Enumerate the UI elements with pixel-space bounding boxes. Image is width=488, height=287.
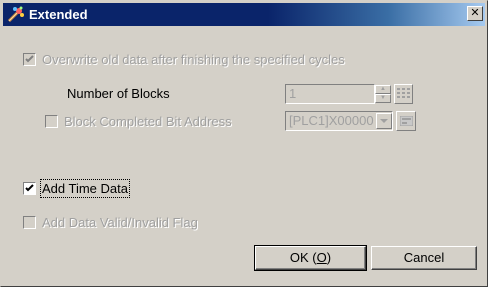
keypad-button[interactable] (394, 84, 413, 104)
block-completed-checkbox[interactable] (45, 115, 58, 129)
overwrite-checkbox[interactable] (23, 53, 36, 67)
extended-settings-icon (7, 6, 24, 23)
address-input-icon (400, 116, 413, 126)
add-valid-flag-label: Add Data Valid/Invalid Flag (42, 215, 198, 231)
address-dropdown-button[interactable] (376, 113, 392, 129)
overwrite-option: Overwrite old data after finishing the s… (23, 51, 345, 67)
number-of-blocks-input[interactable]: 1 (285, 84, 375, 104)
spin-up-icon[interactable]: ▲ (375, 85, 391, 94)
number-of-blocks-spinner[interactable]: ▲ ▼ (375, 85, 391, 104)
block-completed-option: Block Completed Bit Address (45, 113, 232, 129)
address-input-button[interactable] (396, 111, 416, 131)
block-completed-label: Block Completed Bit Address (64, 114, 232, 130)
title-bar: Extended ✕ (3, 3, 485, 26)
extended-dialog: Extended ✕ Overwrite old data after fini… (0, 0, 488, 287)
cancel-button[interactable]: Cancel (371, 246, 477, 270)
add-time-data-checkbox[interactable] (23, 182, 36, 196)
window-title: Extended (29, 7, 88, 22)
add-valid-flag-checkbox[interactable] (23, 216, 36, 230)
add-time-data-option: Add Time Data (23, 179, 130, 199)
add-time-data-label: Add Time Data (40, 179, 130, 199)
add-valid-flag-option: Add Data Valid/Invalid Flag (23, 214, 198, 230)
spin-down-icon[interactable]: ▼ (375, 94, 391, 103)
keypad-icon (397, 88, 410, 98)
close-button[interactable]: ✕ (467, 6, 483, 21)
overwrite-label: Overwrite old data after finishing the s… (42, 52, 345, 68)
number-of-blocks-label: Number of Blocks (67, 86, 170, 101)
chevron-down-icon (380, 119, 388, 123)
ok-button[interactable]: OK (O) (254, 245, 367, 271)
close-icon: ✕ (470, 7, 480, 19)
